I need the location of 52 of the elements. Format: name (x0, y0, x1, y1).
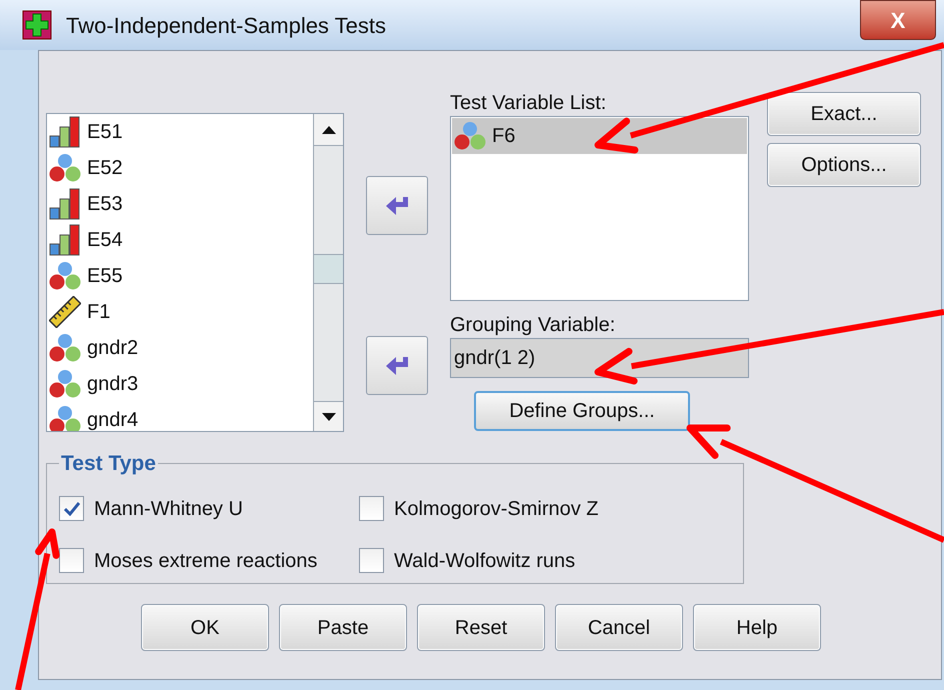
test-checkbox[interactable]: Moses extreme reactions (59, 546, 359, 576)
circles-icon (49, 405, 81, 431)
checkbox[interactable] (359, 496, 384, 521)
dialog-button[interactable]: Paste (279, 604, 407, 651)
scroll-up-button[interactable] (314, 114, 343, 146)
variable-item[interactable]: E54 (47, 222, 313, 258)
dialog-button[interactable]: Exact... (767, 92, 921, 136)
dialog-button[interactable]: Help (693, 604, 821, 651)
variable-item[interactable]: E52 (47, 150, 313, 186)
checkbox[interactable] (59, 548, 84, 573)
group-title: Test Type (60, 451, 157, 477)
up-triangle-icon (322, 126, 336, 134)
variable-item[interactable]: gndr2 (47, 330, 313, 366)
circles-icon (49, 333, 81, 363)
dialog-button[interactable]: OK (141, 604, 269, 651)
variable-item[interactable]: gndr3 (47, 366, 313, 402)
dialog-button[interactable]: Options... (767, 143, 921, 187)
circles-icon (49, 261, 81, 291)
scrollbar[interactable] (313, 114, 343, 431)
app-icon (22, 10, 52, 40)
field-label: Grouping Variable: (450, 314, 616, 336)
variable-item[interactable]: E51 (47, 114, 313, 150)
move-arrow-button[interactable] (366, 336, 428, 395)
dialog-button[interactable]: Cancel (555, 604, 683, 651)
down-triangle-icon (322, 412, 336, 420)
circles-icon (49, 153, 81, 183)
circles-icon (49, 369, 81, 399)
check-icon (64, 502, 80, 516)
test-checkbox[interactable]: Kolmogorov-Smirnov Z (359, 494, 731, 524)
checkbox[interactable] (59, 496, 84, 521)
test-checkbox[interactable]: Wald-Wolfowitz runs (359, 546, 731, 576)
variable-item[interactable]: F6 (452, 118, 747, 154)
variable-item[interactable]: E53 (47, 186, 313, 222)
window-title: Two-Independent-Samples Tests (66, 12, 386, 40)
test-checkbox[interactable]: Mann-Whitney U (59, 494, 359, 524)
grouping-variable-field[interactable]: gndr(1 2) (450, 338, 749, 378)
bar-chart-icon (49, 224, 81, 256)
bent-arrow-icon (384, 194, 410, 216)
variable-item[interactable]: gndr4 (47, 402, 313, 431)
bar-chart-icon (49, 188, 81, 220)
dialog-button[interactable]: Reset (417, 604, 545, 651)
checkbox[interactable] (359, 548, 384, 573)
move-arrow-button[interactable] (366, 176, 428, 235)
bar-chart-icon (49, 116, 81, 148)
variable-item[interactable]: F1 (47, 294, 313, 330)
bent-arrow-icon (384, 354, 410, 376)
circles-icon (454, 121, 486, 151)
variable-item[interactable]: E55 (47, 258, 313, 294)
define-groups-button[interactable]: Define Groups... (474, 391, 690, 431)
scroll-thumb[interactable] (314, 254, 343, 284)
list-label: Test Variable List: (450, 92, 608, 114)
scroll-down-button[interactable] (314, 401, 343, 431)
